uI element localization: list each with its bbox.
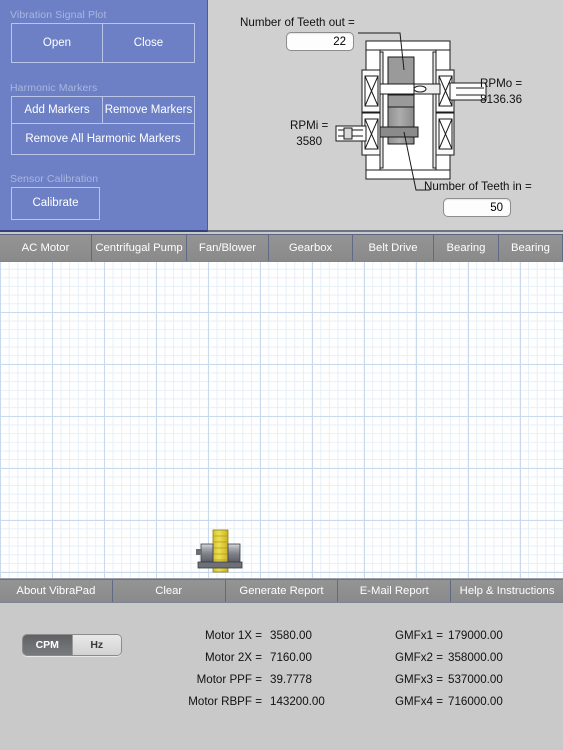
teeth-out-input[interactable]: 22 xyxy=(286,32,354,51)
remove-all-harmonic-markers-button[interactable]: Remove All Harmonic Markers xyxy=(11,124,195,155)
help-instructions-button[interactable]: Help & Instructions xyxy=(451,580,563,602)
readout-row: Motor RBPF = 143200.00 xyxy=(150,690,330,712)
open-button[interactable]: Open xyxy=(11,23,103,63)
readout-row: GMFx3 = 537000.00 xyxy=(395,668,563,690)
component-tab-bar[interactable]: AC Motor Centrifugal Pump Fan/Blower Gearbo… xyxy=(0,234,563,262)
email-report-button[interactable]: E-Mail Report xyxy=(338,580,452,602)
readout-row: GMFx1 = 179000.00 xyxy=(395,624,563,646)
gmf-readout-column: GMFx1 = 179000.00 GMFx2 = 358000.00 GMFx3 = 5… xyxy=(395,624,563,712)
tab-gearbox[interactable]: Gearbox xyxy=(269,235,353,261)
motor-readout-column: Motor 1X = 3580.00 Motor 2X = 7160.00 Motor … xyxy=(150,624,330,712)
sensor-calibration-buttons: Calibrate xyxy=(11,187,100,220)
rpmo-readout: RPMo = 8136.36 xyxy=(480,76,522,107)
readout-value: 716000.00 xyxy=(448,694,503,708)
readout-key: GMFx4 = xyxy=(395,694,443,708)
tab-centrifugal-pump[interactable]: Centrifugal Pump xyxy=(92,235,187,261)
control-panel: Vibration Signal Plot Open Close Harmoni… xyxy=(0,0,208,232)
readout-key: Motor RBPF = xyxy=(188,694,262,708)
readout-value: 537000.00 xyxy=(448,672,503,686)
rpmi-readout: RPMi = 3580 xyxy=(290,118,328,149)
gearbox-diagram-panel: Number of Teeth out = 22 Number of Teeth… xyxy=(208,0,563,232)
readout-key: GMFx1 = xyxy=(395,628,443,642)
tab-ac-motor[interactable]: AC Motor xyxy=(0,235,92,261)
action-button-bar[interactable]: About VibraPad Clear Generate Report E-Mail… xyxy=(0,579,563,603)
readout-row: Motor 2X = 7160.00 xyxy=(150,646,330,668)
units-toggle[interactable]: CPM Hz xyxy=(22,634,122,656)
readout-value: 7160.00 xyxy=(270,650,312,664)
readout-value: 39.7778 xyxy=(270,672,312,686)
teeth-in-input[interactable]: 50 xyxy=(443,198,511,217)
remove-all-row: Remove All Harmonic Markers xyxy=(11,124,195,155)
harmonic-markers-buttons: Add Markers Remove Markers xyxy=(11,96,195,124)
rpmo-label: RPMo = xyxy=(480,77,523,90)
tab-bearing-2[interactable]: Bearing xyxy=(499,235,563,261)
units-option-cpm[interactable]: CPM xyxy=(23,635,72,655)
harmonic-markers-label: Harmonic Markers xyxy=(10,82,98,94)
tab-belt-drive[interactable]: Belt Drive xyxy=(353,235,434,261)
readout-value: 3580.00 xyxy=(270,628,312,642)
about-vibrapad-button[interactable]: About VibraPad xyxy=(0,580,113,602)
readout-key: Motor 1X = xyxy=(204,628,262,642)
readout-row: GMFx4 = 716000.00 xyxy=(395,690,563,712)
readout-row: Motor PPF = 39.7778 xyxy=(150,668,330,690)
tab-bearing[interactable]: Bearing xyxy=(434,235,499,261)
readout-key: Motor 2X = xyxy=(204,650,262,664)
readout-key: GMFx2 = xyxy=(395,650,443,664)
add-markers-button[interactable]: Add Markers xyxy=(11,96,103,124)
teeth-in-label: Number of Teeth in = xyxy=(424,180,532,193)
tab-fan-blower[interactable]: Fan/Blower xyxy=(187,235,269,261)
machine-train-canvas[interactable] xyxy=(0,262,563,579)
rpmo-value: 8136.36 xyxy=(480,92,523,106)
clear-button[interactable]: Clear xyxy=(112,580,226,602)
teeth-out-label: Number of Teeth out = xyxy=(240,16,355,29)
generate-report-button[interactable]: Generate Report xyxy=(225,580,339,602)
sensor-calibration-label: Sensor Calibration xyxy=(10,173,99,185)
remove-markers-button[interactable]: Remove Markers xyxy=(103,96,195,124)
units-option-hz[interactable]: Hz xyxy=(71,635,121,655)
readout-row: Motor 1X = 3580.00 xyxy=(150,624,330,646)
vibrapad-app: Vibration Signal Plot Open Close Harmoni… xyxy=(0,0,563,750)
readout-value: 179000.00 xyxy=(448,628,503,642)
close-button[interactable]: Close xyxy=(103,23,195,63)
calibrate-button[interactable]: Calibrate xyxy=(11,187,100,220)
fan-blower-icon xyxy=(196,529,243,573)
rpmi-label: RPMi = xyxy=(290,119,329,132)
rpmi-value: 3580 xyxy=(296,134,323,148)
readout-key: GMFx3 = xyxy=(395,672,443,686)
vibration-signal-plot-buttons: Open Close xyxy=(11,23,195,63)
readout-value: 358000.00 xyxy=(448,650,503,664)
readout-key: Motor PPF = xyxy=(196,672,262,686)
machine-train-illustration xyxy=(196,529,243,573)
vibration-signal-plot-label: Vibration Signal Plot xyxy=(10,9,107,21)
gearbox-cross-section-drawing xyxy=(335,32,487,191)
readout-value: 143200.00 xyxy=(270,694,325,708)
readout-row: GMFx2 = 358000.00 xyxy=(395,646,563,668)
